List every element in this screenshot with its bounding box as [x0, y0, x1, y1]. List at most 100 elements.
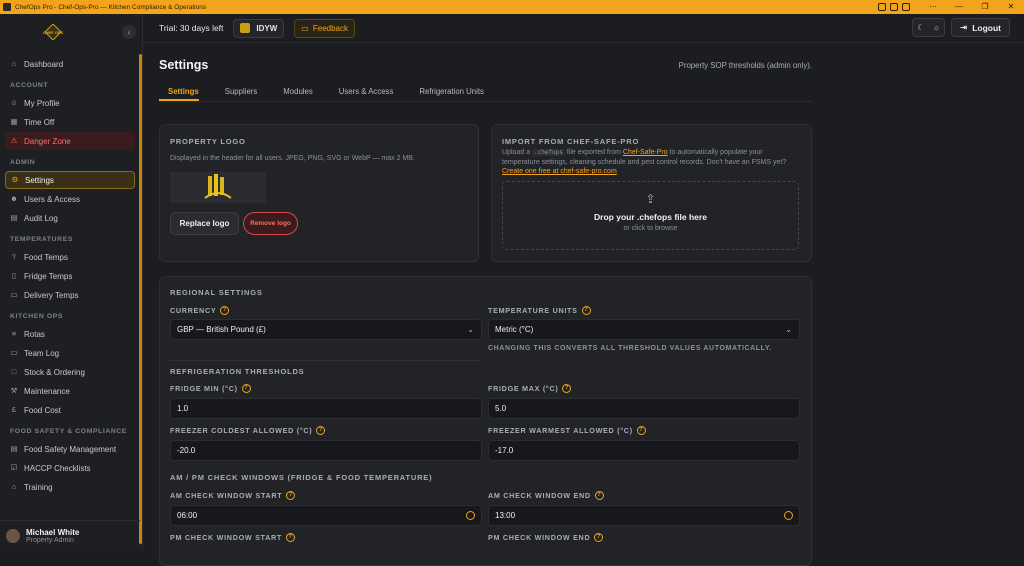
help-icon[interactable]: ?: [594, 491, 604, 500]
sidebar-item-fridge-temps[interactable]: ▯ Fridge Temps: [5, 267, 135, 285]
minimize-icon[interactable]: —: [946, 0, 972, 14]
sidebar-item-maintenance[interactable]: ⚒ Maintenance: [5, 382, 135, 400]
extensions-icon[interactable]: [878, 3, 886, 11]
sidebar-item-food-temps[interactable]: ⫯ Food Temps: [5, 248, 135, 266]
help-icon[interactable]: ?: [220, 306, 230, 315]
pound-icon: £: [11, 405, 17, 414]
help-icon[interactable]: ?: [636, 426, 646, 435]
import-desc-2: file exported from: [566, 149, 621, 156]
sidebar-item-audit-log[interactable]: ▤ Audit Log: [5, 209, 135, 227]
logout-button[interactable]: ⇥ Logout: [951, 18, 1010, 37]
currency-value: GBP — British Pound (£): [177, 325, 266, 334]
sidebar-section-heading: TEMPERATURES: [10, 236, 73, 243]
file-extension: .chefops: [531, 149, 565, 156]
sidebar-item-label: Danger Zone: [24, 136, 71, 146]
tab-users-access[interactable]: Users & Access: [330, 84, 394, 101]
thermometer-icon: ⫯: [12, 252, 16, 261]
import-desc-1: Upload a: [502, 149, 531, 156]
chef-safe-pro-link[interactable]: Chef-Safe-Pro: [623, 149, 668, 156]
maximize-icon[interactable]: ❐: [972, 0, 998, 14]
sun-icon[interactable]: ☼: [933, 23, 940, 32]
sidebar-item-delivery-temps[interactable]: ▭ Delivery Temps: [5, 286, 135, 304]
users-icon: ☻: [10, 194, 18, 203]
pm-end-label: PM CHECK WINDOW END?: [488, 533, 604, 542]
sidebar-item-rotas[interactable]: ≡ Rotas: [5, 325, 135, 343]
am-end-label: AM CHECK WINDOW END?: [488, 491, 604, 500]
settings-tabs: Settings Suppliers Modules Users & Access Re…: [159, 84, 812, 102]
fridge-min-label: FRIDGE MIN (°C)?: [170, 384, 251, 393]
freezer-coldest-input[interactable]: -20.0: [170, 440, 482, 461]
sidebar-scrollbar[interactable]: [139, 54, 142, 544]
user-icon: ☺: [10, 98, 18, 107]
sidebar-item-team-log[interactable]: ▭ Team Log: [5, 344, 135, 362]
help-icon[interactable]: ?: [286, 533, 295, 542]
fridge-max-label: FRIDGE MAX (°C)?: [488, 384, 572, 393]
sidebar-section-heading: ACCOUNT: [10, 82, 49, 89]
tab-refrigeration-units[interactable]: Refrigeration Units: [410, 84, 484, 101]
property-logo-image: [204, 173, 232, 199]
help-icon[interactable]: ?: [316, 426, 326, 435]
fridge-min-input[interactable]: 1.0: [170, 398, 482, 419]
am-start-input[interactable]: 06:00: [170, 505, 482, 526]
more-icon[interactable]: ⋯: [920, 0, 946, 14]
create-fsms-link[interactable]: Create one free at chef-safe-pro.com: [502, 168, 617, 175]
sidebar-item-time-off[interactable]: ▦ Time Off: [5, 113, 135, 131]
sidebar-item-label: Team Log: [24, 348, 60, 358]
sidebar-item-users-access[interactable]: ☻ Users & Access: [5, 190, 135, 208]
user-role: Property Admin: [26, 536, 74, 544]
chevron-down-icon: ⌄: [467, 325, 474, 334]
moon-icon[interactable]: ☾: [917, 23, 924, 32]
help-icon[interactable]: ?: [594, 533, 604, 542]
card-heading: REGIONAL SETTINGS: [170, 288, 263, 297]
sidebar-item-dashboard[interactable]: ⌂ Dashboard: [5, 55, 135, 73]
sidebar-item-label: Audit Log: [24, 213, 58, 223]
sidebar-item-food-cost[interactable]: £ Food Cost: [5, 401, 135, 419]
help-icon[interactable]: ?: [286, 491, 296, 500]
units-hint: CHANGING THIS CONVERTS ALL THRESHOLD VAL…: [488, 345, 772, 352]
sidebar-item-training[interactable]: ⌂ Training: [5, 478, 135, 496]
sidebar-item-settings[interactable]: ⚙ Settings: [5, 171, 135, 189]
theme-toggle[interactable]: ☾ ☼: [912, 18, 946, 37]
clock-icon[interactable]: [784, 511, 793, 520]
window-title: ChefOps Pro - Chef-Ops-Pro — Kitchen Com…: [15, 3, 207, 11]
tab-settings[interactable]: Settings: [159, 84, 199, 101]
check-windows-heading: AM / PM CHECK WINDOWS (FRIDGE & FOOD TEM…: [170, 473, 433, 482]
sidebar-item-danger-zone[interactable]: ⚠ Danger Zone: [5, 132, 135, 150]
sidebar-item-my-profile[interactable]: ☺ My Profile: [5, 94, 135, 112]
am-end-input[interactable]: 13:00: [488, 505, 800, 526]
topbar: Trial: 30 days left IDYW ▭ Feedback ☾ ☼ …: [143, 14, 1024, 43]
fridge-max-input[interactable]: 5.0: [488, 398, 800, 419]
warning-icon: ⚠: [10, 136, 18, 145]
replace-logo-button[interactable]: Replace logo: [170, 212, 239, 235]
currency-select[interactable]: GBP — British Pound (£) ⌄: [170, 319, 482, 340]
sidebar-section-heading: FOOD SAFETY & COMPLIANCE: [10, 428, 127, 435]
sidebar-item-food-safety-management[interactable]: ▤ Food Safety Management: [5, 440, 135, 458]
am-start-label: AM CHECK WINDOW START?: [170, 491, 296, 500]
brand-logo[interactable]: CHEF OPS: [33, 24, 73, 40]
feedback-button[interactable]: ▭ Feedback: [294, 18, 355, 38]
tab-suppliers[interactable]: Suppliers: [216, 84, 258, 101]
close-icon[interactable]: ✕: [998, 0, 1024, 14]
org-logo-icon: [240, 23, 251, 33]
tab-modules[interactable]: Modules: [274, 84, 312, 101]
org-switcher[interactable]: IDYW: [233, 18, 285, 38]
sidebar-item-stock-ordering[interactable]: □ Stock & Ordering: [5, 363, 135, 381]
app-icon: [3, 3, 11, 11]
temperature-units-select[interactable]: Metric (°C) ⌄: [488, 319, 800, 340]
profile-icon[interactable]: [902, 3, 910, 11]
help-icon[interactable]: ?: [581, 306, 591, 315]
sidebar-item-label: Training: [24, 482, 53, 492]
clock-icon[interactable]: [466, 511, 475, 520]
user-menu[interactable]: Michael White Property Admin: [0, 520, 140, 550]
collapse-sidebar-button[interactable]: ‹: [122, 25, 136, 39]
sidebar: CHEF OPS ‹ ⌂ Dashboard ACCOUNT ☺ My Profile ▦…: [0, 14, 143, 550]
help-icon[interactable]: ?: [562, 384, 572, 393]
remove-logo-button[interactable]: Remove logo: [243, 212, 298, 235]
sync-icon[interactable]: [890, 3, 898, 11]
units-value: Metric (°C): [495, 325, 534, 334]
help-icon[interactable]: ?: [241, 384, 251, 393]
freezer-warmest-input[interactable]: -17.0: [488, 440, 800, 461]
card-heading: PROPERTY LOGO: [170, 137, 246, 146]
sidebar-item-haccp-checklists[interactable]: ☑ HACCP Checklists: [5, 459, 135, 477]
file-dropzone[interactable]: ⇪ Drop your .chefops file here or click …: [502, 181, 799, 250]
